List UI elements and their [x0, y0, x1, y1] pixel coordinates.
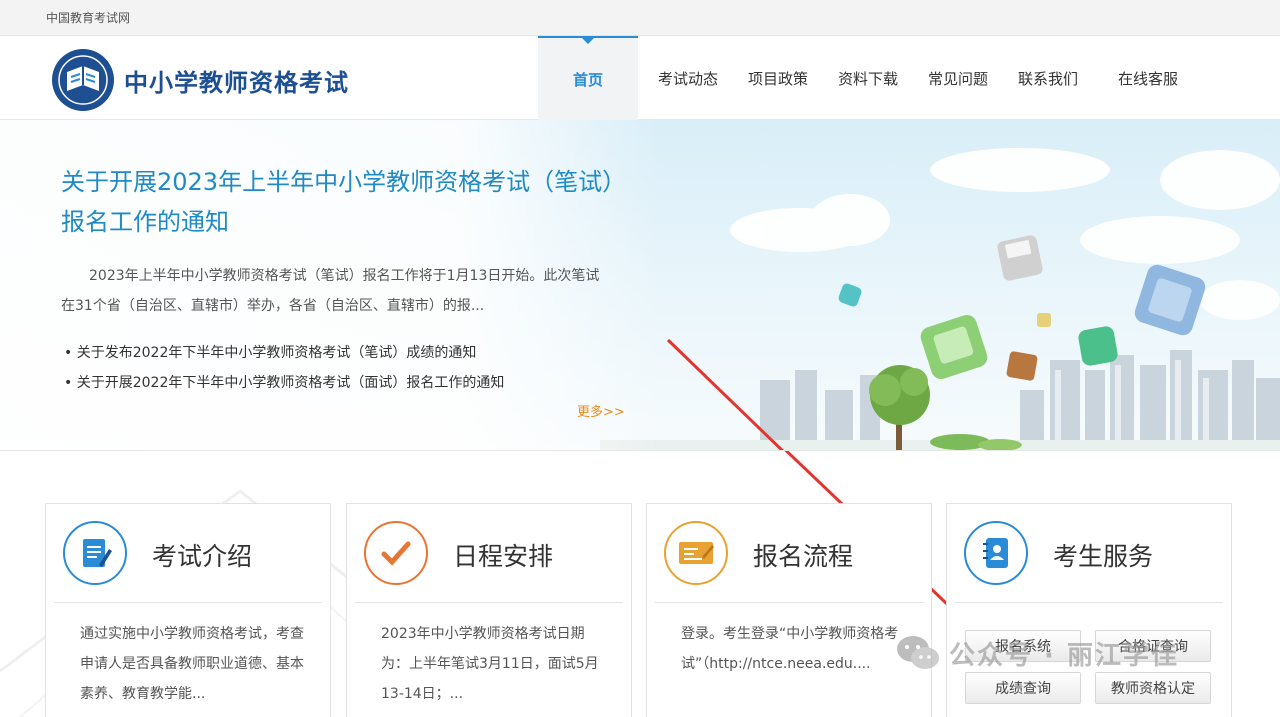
- banner-headline[interactable]: 关于开展2023年上半年中小学教师资格考试（笔试）报名工作的通知: [61, 162, 621, 242]
- nav-exam-news[interactable]: 考试动态: [638, 36, 738, 120]
- banner-summary: 2023年上半年中小学教师资格考试（笔试）报名工作将于1月13日开始。此次笔试在…: [61, 268, 600, 314]
- card-exam-intro: 考试介绍 通过实施中小学教师资格考试，考查申请人是否具备教师职业道德、基本素养、…: [45, 503, 331, 717]
- form-icon: [664, 521, 728, 585]
- card-signup-process: 报名流程 登录。考生登录“中小学教师资格考试”（http://ntce.neea…: [646, 503, 932, 717]
- divider: [54, 602, 322, 603]
- card-title[interactable]: 考生服务: [1053, 537, 1153, 573]
- more-link[interactable]: 更多>>: [577, 401, 625, 420]
- news-item[interactable]: 关于开展2022年下半年中小学教师资格考试（面试）报名工作的通知: [64, 368, 505, 398]
- divider: [655, 602, 923, 603]
- card-title[interactable]: 考试介绍: [152, 537, 252, 573]
- card-text: 2023年中小学教师资格考试日期为：上半年笔试3月11日，面试5月13-14日；…: [381, 626, 599, 702]
- header: 中小学教师资格考试 首页 考试动态 项目政策 资料下载 常见问题 联系我们 在线…: [0, 36, 1280, 120]
- card-text: 登录。考生登录“中小学教师资格考试”（http://ntce.neea.edu.…: [681, 626, 899, 672]
- watermark-text: 公众号 · 丽江学佳: [949, 640, 1179, 671]
- wechat-icon: [897, 636, 939, 669]
- divider: [955, 602, 1223, 603]
- check-icon: [364, 521, 428, 585]
- teacher-qualification-button[interactable]: 教师资格认定: [1095, 672, 1211, 704]
- divider: [355, 602, 623, 603]
- watermark: 公众号 · 丽江学佳: [895, 633, 1179, 673]
- card-text: 通过实施中小学教师资格考试，考查申请人是否具备教师职业道德、基本素养、教育教学能…: [80, 626, 304, 702]
- nav-downloads[interactable]: 资料下载: [818, 36, 918, 120]
- main-nav: 首页 考试动态 项目政策 资料下载 常见问题 联系我们 在线客服: [538, 36, 1198, 120]
- site-name-link[interactable]: 中国教育考试网: [46, 9, 130, 26]
- brand-title[interactable]: 中小学教师资格考试: [124, 63, 349, 98]
- nav-faq[interactable]: 常见问题: [918, 36, 998, 120]
- card-schedule: 日程安排 2023年中小学教师资格考试日期为：上半年笔试3月11日，面试5月13…: [346, 503, 632, 717]
- contacts-icon: [964, 521, 1028, 585]
- feature-cards: 考试介绍 通过实施中小学教师资格考试，考查申请人是否具备教师职业道德、基本素养、…: [0, 451, 1280, 717]
- card-title[interactable]: 报名流程: [753, 537, 853, 573]
- score-query-button[interactable]: 成绩查询: [965, 672, 1081, 704]
- nav-online-service[interactable]: 在线客服: [1098, 36, 1198, 120]
- top-bar: 中国教育考试网: [0, 0, 1280, 36]
- banner: 关于开展2023年上半年中小学教师资格考试（笔试）报名工作的通知 2023年上半…: [0, 120, 1280, 451]
- nav-policy[interactable]: 项目政策: [738, 36, 818, 120]
- card-candidate-services: 考生服务 报名系统 合格证查询 成绩查询 教师资格认定: [946, 503, 1232, 717]
- news-list: 关于发布2022年下半年中小学教师资格考试（笔试）成绩的通知 关于开展2022年…: [64, 338, 505, 398]
- document-icon: [63, 521, 127, 585]
- banner-illustration: [600, 148, 1280, 450]
- nav-contact[interactable]: 联系我们: [998, 36, 1098, 120]
- logo-icon[interactable]: [50, 47, 116, 113]
- card-title[interactable]: 日程安排: [453, 537, 553, 573]
- news-item[interactable]: 关于发布2022年下半年中小学教师资格考试（笔试）成绩的通知: [64, 338, 504, 368]
- nav-home[interactable]: 首页: [538, 36, 638, 120]
